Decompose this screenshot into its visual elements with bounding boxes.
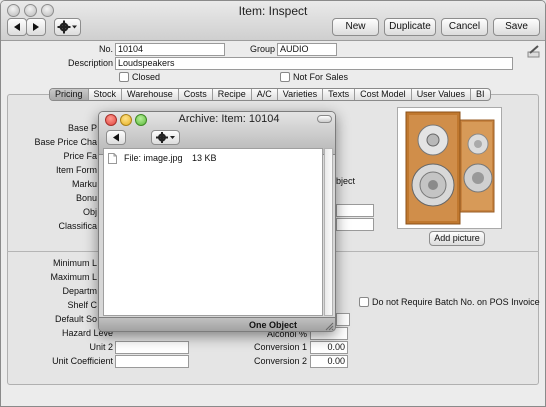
- tab-ac[interactable]: A/C: [252, 89, 278, 100]
- document-icon: [108, 153, 117, 164]
- tab-recipe[interactable]: Recipe: [213, 89, 252, 100]
- unit-coefficient-field[interactable]: [115, 355, 189, 368]
- loudspeakers-image: [398, 108, 501, 228]
- previous-record-button[interactable]: [7, 18, 27, 36]
- tab-stock[interactable]: Stock: [89, 89, 123, 100]
- next-record-button[interactable]: [26, 18, 46, 36]
- unit-coefficient-label: Unit Coefficient: [52, 356, 113, 366]
- gear-icon: [57, 20, 77, 34]
- item-inspect-window: Item: Inspect New Duplicate Cancel Save …: [0, 0, 546, 407]
- tab-user-values[interactable]: User Values: [412, 89, 472, 100]
- cancel-button[interactable]: Cancel: [441, 18, 488, 36]
- classification-field[interactable]: [336, 218, 374, 231]
- new-button[interactable]: New: [332, 18, 379, 36]
- window-titlebar: Item: Inspect New Duplicate Cancel Save: [1, 1, 545, 41]
- file-name: File: image.jpg: [124, 153, 183, 163]
- shelf-code-label: Shelf C: [67, 300, 97, 310]
- conversion2-field[interactable]: 0.00: [310, 355, 348, 368]
- archive-scrollbar[interactable]: [324, 148, 333, 316]
- objects-field[interactable]: [336, 204, 374, 217]
- tab-pricing[interactable]: Pricing: [50, 89, 89, 100]
- tab-costs[interactable]: Costs: [179, 89, 213, 100]
- conversion2-label: Conversion 2: [253, 356, 307, 366]
- minimum-level-label: Minimum L: [52, 258, 97, 268]
- object-count: One Object: [249, 320, 298, 330]
- window-title: Item: Inspect: [238, 4, 308, 18]
- closed-checkbox[interactable]: [119, 72, 129, 82]
- edit-pencil-icon[interactable]: [527, 44, 541, 58]
- tab-bar: Pricing Stock Warehouse Costs Recipe A/C…: [49, 88, 491, 101]
- unit2-label: Unit 2: [89, 342, 113, 352]
- operations-menu-button[interactable]: [54, 18, 81, 36]
- batch-no-label: Do not Require Batch No. on POS Invoice: [372, 297, 540, 307]
- save-button[interactable]: Save: [493, 18, 540, 36]
- add-picture-button[interactable]: Add picture: [429, 231, 485, 246]
- archive-operations-button[interactable]: [151, 130, 180, 145]
- group-field[interactable]: AUDIO: [277, 43, 337, 56]
- arrow-left-icon: [113, 133, 119, 142]
- tab-warehouse[interactable]: Warehouse: [122, 89, 179, 100]
- duplicate-button[interactable]: Duplicate: [384, 18, 436, 36]
- not-for-sales-checkbox[interactable]: [280, 72, 290, 82]
- item-picture: [397, 107, 502, 229]
- tab-texts[interactable]: Texts: [323, 89, 356, 100]
- object-text: bject: [336, 176, 356, 186]
- base-price-label: Base P: [67, 123, 97, 133]
- default-source-field[interactable]: [336, 313, 350, 326]
- toolbar-toggle-button[interactable]: [317, 115, 332, 123]
- bonus-label: Bonu: [75, 193, 97, 203]
- archive-zoom-button[interactable]: [135, 114, 147, 126]
- conversion1-field[interactable]: 0.00: [310, 341, 348, 354]
- resize-grip-icon[interactable]: [324, 321, 334, 331]
- archive-file-list: File: image.jpg 13 KB: [103, 148, 323, 316]
- not-for-sales-label: Not For Sales: [293, 72, 349, 82]
- archive-window: Archive: Item: 10104 File: image.jpg 13 …: [98, 111, 336, 332]
- department-label: Departm: [62, 286, 97, 296]
- item-formula-label: Item Form: [55, 165, 97, 175]
- archive-minimize-button[interactable]: [120, 114, 132, 126]
- price-factor-label: Price Fa: [63, 151, 97, 161]
- description-field[interactable]: Loudspeakers: [115, 57, 513, 70]
- archive-back-button[interactable]: [106, 130, 126, 145]
- base-price-change-label: Base Price Cha: [34, 137, 97, 147]
- gear-icon: [156, 132, 175, 143]
- unit2-field[interactable]: [115, 341, 189, 354]
- tab-cost-model[interactable]: Cost Model: [355, 89, 412, 100]
- tab-bi[interactable]: BI: [471, 89, 490, 100]
- list-item[interactable]: File: image.jpg 13 KB: [108, 153, 308, 165]
- objects-label: Obj: [82, 207, 97, 217]
- description-label: Description: [67, 58, 113, 68]
- archive-footer: One Object: [99, 317, 335, 331]
- closed-label: Closed: [132, 72, 161, 82]
- arrow-right-icon: [33, 23, 39, 31]
- default-source-label: Default So: [54, 314, 97, 324]
- file-size: 13 KB: [192, 153, 217, 163]
- markup-label: Marku: [71, 179, 97, 189]
- archive-close-button[interactable]: [105, 114, 117, 126]
- no-field[interactable]: 10104: [115, 43, 225, 56]
- classification-label: Classifica: [58, 221, 97, 231]
- maximum-level-label: Maximum L: [50, 272, 97, 282]
- batch-no-checkbox[interactable]: [359, 297, 369, 307]
- no-label: No.: [98, 44, 113, 54]
- group-label: Group: [249, 44, 275, 54]
- arrow-left-icon: [14, 23, 20, 31]
- tab-varieties[interactable]: Varieties: [278, 89, 324, 100]
- conversion1-label: Conversion 1: [253, 342, 307, 352]
- archive-title: Archive: Item: 10104: [178, 113, 280, 125]
